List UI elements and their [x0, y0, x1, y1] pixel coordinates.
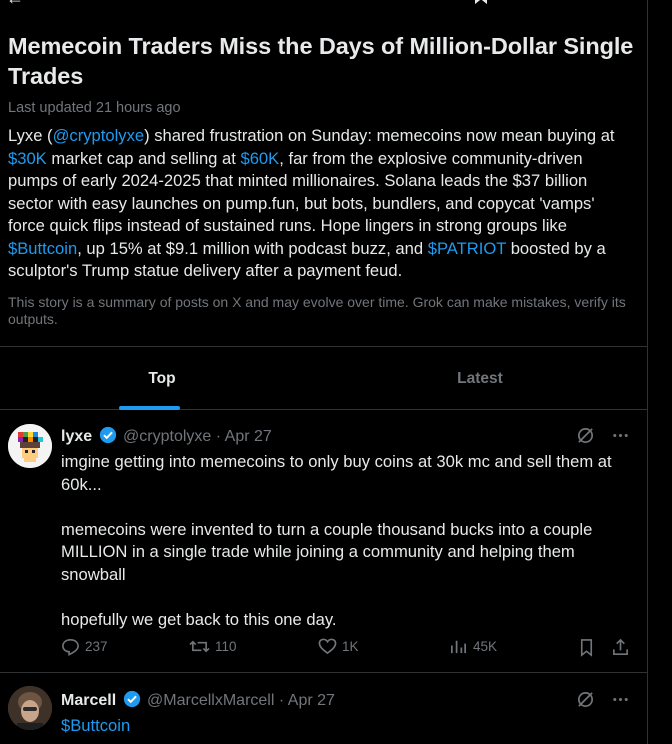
post-text[interactable]: $Buttcoin	[61, 715, 636, 738]
share-icon[interactable]	[611, 638, 630, 657]
cashtag-link[interactable]: $PATRIOT	[428, 239, 506, 258]
author-name[interactable]: Marcell	[61, 692, 116, 709]
back-arrow-icon[interactable]: ←	[6, 0, 24, 9]
post[interactable]: Marcell @MarcellxMarcell · Apr 27 $Buttc…	[0, 674, 648, 744]
summary-text: , up 15% at $9.1 million with podcast bu…	[77, 238, 428, 258]
views-button[interactable]: 45K	[449, 637, 497, 656]
tab-top[interactable]: Top	[0, 347, 324, 410]
repost-count: 110	[215, 639, 237, 654]
view-count: 45K	[473, 639, 498, 654]
post-paragraph: memecoins were invented to turn a couple…	[61, 519, 593, 584]
summary-text: market cap and selling at	[46, 148, 241, 168]
reply-icon	[62, 639, 79, 656]
grok-icon[interactable]	[576, 426, 595, 445]
verified-badge-icon	[123, 690, 140, 708]
like-count: 1K	[342, 639, 359, 654]
author-handle[interactable]: @cryptolyxe	[123, 428, 211, 445]
reply-button[interactable]: 237	[61, 637, 108, 656]
separator: ·	[278, 692, 285, 709]
post-header: lyxe @cryptolyxe · Apr 27	[61, 426, 272, 446]
tab-label: Top	[148, 369, 176, 387]
reply-count: 237	[85, 639, 108, 654]
share-icon[interactable]	[510, 0, 528, 4]
cashtag-link[interactable]: $60K	[240, 149, 279, 168]
tab-bar: Top Latest	[0, 346, 648, 410]
grok-disclaimer: This story is a summary of posts on X an…	[8, 294, 626, 327]
repost-button[interactable]: 110	[189, 637, 237, 656]
post-paragraph: imgine getting into memecoins to only bu…	[61, 452, 612, 494]
post-top-actions	[576, 690, 630, 709]
tab-label: Latest	[457, 369, 503, 387]
post-header: Marcell @MarcellxMarcell · Apr 27	[61, 690, 335, 710]
post-date[interactable]: Apr 27	[225, 428, 272, 445]
like-button[interactable]: 1K	[318, 637, 359, 656]
mention-link[interactable]: @cryptolyxe	[53, 126, 145, 145]
story-title: Memecoin Traders Miss the Days of Millio…	[8, 33, 634, 89]
grok-icon[interactable]	[576, 690, 595, 709]
story-column: ← Memecoin Traders Miss the Days of Mill…	[0, 0, 648, 744]
heart-icon	[318, 638, 337, 655]
last-updated: Last updated 21 hours ago	[8, 100, 181, 116]
post-top-actions	[576, 426, 630, 445]
post[interactable]: lyxe @cryptolyxe · Apr 27 imgine getting…	[0, 410, 648, 673]
bookmark-icon[interactable]	[472, 0, 490, 4]
summary-text: Lyxe (	[8, 126, 53, 145]
bookmark-icon[interactable]	[577, 638, 596, 657]
post-paragraph: hopefully we get back to this one day.	[61, 609, 337, 629]
verified-badge-icon	[99, 426, 116, 444]
post-text: imgine getting into memecoins to only bu…	[61, 451, 636, 631]
more-options-icon[interactable]	[611, 690, 630, 709]
summary-text: ) shared frustration on Sunday: memecoin…	[144, 126, 615, 145]
cashtag-link[interactable]: $Buttcoin	[8, 239, 77, 258]
tab-latest[interactable]: Latest	[318, 347, 642, 410]
top-bar: ←	[0, 0, 648, 8]
avatar[interactable]	[8, 686, 52, 730]
author-handle[interactable]: @MarcellxMarcell	[147, 692, 274, 709]
more-icon[interactable]	[550, 0, 568, 4]
repost-icon	[189, 640, 210, 653]
avatar[interactable]	[8, 424, 52, 468]
separator: ·	[215, 428, 222, 445]
more-options-icon[interactable]	[611, 426, 630, 445]
analytics-icon	[450, 640, 467, 654]
cashtag-link[interactable]: $30K	[8, 149, 47, 168]
story-summary: Lyxe (@cryptolyxe) shared frustration on…	[8, 125, 636, 283]
post-date[interactable]: Apr 27	[288, 692, 335, 709]
post-actions: 237 110 1K 45K	[61, 637, 636, 661]
author-name[interactable]: lyxe	[61, 428, 92, 445]
